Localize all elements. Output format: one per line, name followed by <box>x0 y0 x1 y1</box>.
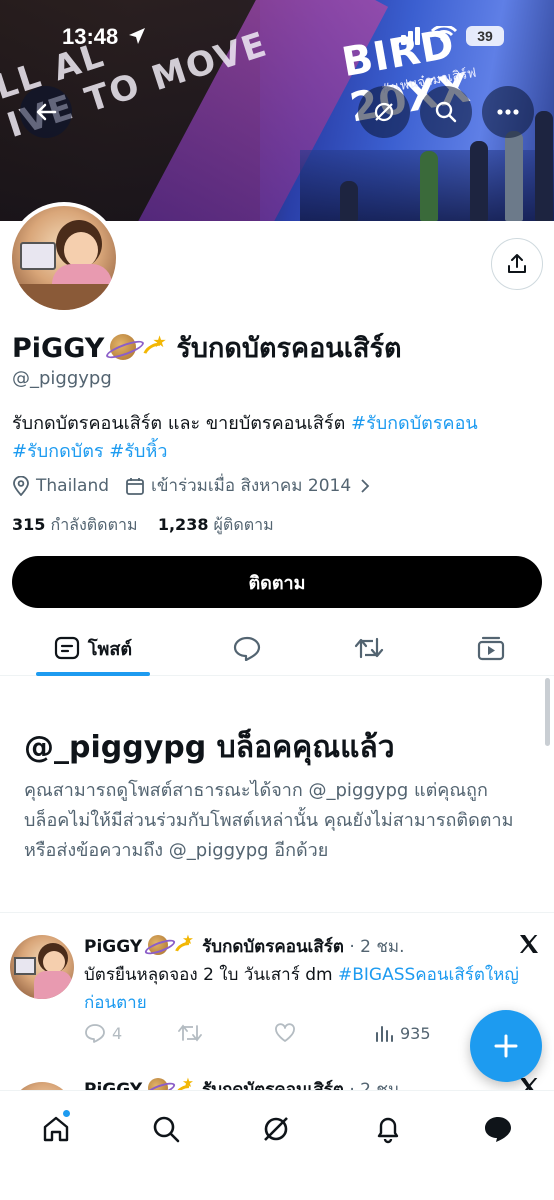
bottom-navigation <box>0 1090 554 1200</box>
tweet-author-name[interactable]: PiGGY <box>84 937 142 957</box>
tab-active-indicator <box>36 672 150 676</box>
battery-indicator: 39 <box>466 26 504 46</box>
profile-handle: @_piggypg <box>12 368 112 389</box>
display-name: PiGGY รับกดบัตรคอนเสิร์ต <box>12 326 402 369</box>
bio-hashtag[interactable]: #รับกดบัตรคอน <box>351 413 478 434</box>
reply-button[interactable]: 4 <box>84 1023 122 1043</box>
profile-avatar[interactable] <box>8 202 120 314</box>
plus-icon <box>494 1034 518 1058</box>
grok-button[interactable] <box>358 86 410 138</box>
location-arrow-icon <box>129 28 145 44</box>
chat-bubble-icon <box>485 1117 511 1142</box>
posts-icon <box>54 636 79 660</box>
tab-posts-label: โพสต์ <box>87 638 133 660</box>
dizzy-star-icon <box>174 933 194 955</box>
like-button[interactable] <box>274 1023 296 1043</box>
follow-button[interactable]: ติดตาม <box>12 556 542 608</box>
tweet-separator: · <box>343 937 361 957</box>
ringed-planet-icon <box>110 334 137 360</box>
followers-stat[interactable]: 1,238 ผู้ติดตาม <box>158 515 274 534</box>
more-icon <box>497 109 519 115</box>
repost-icon <box>178 1024 202 1042</box>
arrow-left-icon <box>36 103 57 121</box>
location-pin-icon <box>13 475 29 496</box>
bell-icon <box>377 1117 399 1144</box>
scrollbar[interactable] <box>545 678 550 746</box>
following-count: 315 <box>12 515 46 534</box>
notification-dot <box>62 1109 71 1118</box>
chevron-right-icon[interactable] <box>357 478 373 494</box>
follow-stats: 315 กำลังติดตาม 1,238 ผู้ติดตาม <box>12 513 274 538</box>
profile-meta: Thailand เข้าร่วมเมื่อ สิงหาคม 2014 <box>12 472 379 499</box>
nav-messages[interactable] <box>478 1109 518 1149</box>
tweet-actions: 4 935 <box>84 1023 444 1047</box>
heart-icon <box>275 1023 295 1042</box>
views-button[interactable]: 935 <box>374 1023 431 1043</box>
more-button[interactable] <box>482 86 534 138</box>
tweet-avatar[interactable] <box>10 935 74 999</box>
dizzy-star-icon <box>142 332 168 360</box>
status-time: 13:48 <box>62 24 119 49</box>
repost-icon <box>354 637 384 659</box>
views-chart-icon <box>376 1026 393 1042</box>
tab-replies[interactable] <box>222 620 272 676</box>
followers-label: ผู้ติดตาม <box>213 515 274 534</box>
profile-tabs: โพสต์ <box>0 620 554 676</box>
display-name-text: PiGGY <box>12 333 105 364</box>
home-icon <box>43 1116 69 1142</box>
grok-icon <box>374 102 394 122</box>
ringed-planet-icon <box>148 935 169 955</box>
blocked-message: คุณสามารถดูโพสต์สาธารณะได้จาก @_piggypg … <box>24 780 514 861</box>
views-count: 935 <box>400 1023 431 1043</box>
nav-search[interactable] <box>146 1109 186 1149</box>
tweet-author-suffix: รับกดบัตรคอนเสิร์ต <box>202 937 344 957</box>
blocked-title: @_piggypg บล็อคคุณแล้ว <box>24 730 395 765</box>
wifi-icon <box>430 26 458 44</box>
reply-count: 4 <box>112 1023 123 1043</box>
bio-text: รับกดบัตรคอนเสิร์ต และ ขายบัตรคอนเสิร์ต <box>12 413 351 434</box>
grok-icon <box>264 1117 288 1141</box>
tab-posts[interactable]: โพสต์ <box>36 620 150 676</box>
tweet-body-text: บัตรยืนหลุดจอง 2 ใบ วันเสาร์ dm <box>84 965 338 985</box>
tweet-text: บัตรยืนหลุดจอง 2 ใบ วันเสาร์ dm #BIGASSค… <box>84 961 540 1017</box>
tweet-header: PiGGY รับกดบัตรคอนเสิร์ต · 2 ชม. <box>84 933 405 960</box>
following-stat[interactable]: 315 กำลังติดตาม <box>12 515 138 534</box>
tab-reposts[interactable] <box>344 620 394 676</box>
following-label: กำลังติดตาม <box>50 515 138 534</box>
tab-media[interactable] <box>466 620 516 676</box>
share-icon <box>508 254 526 273</box>
reply-icon <box>85 1024 105 1043</box>
search-button[interactable] <box>420 86 472 138</box>
compose-button[interactable] <box>470 1010 542 1082</box>
search-icon <box>435 101 457 123</box>
nav-home[interactable] <box>36 1109 76 1149</box>
cellular-signal-icon <box>394 27 420 45</box>
display-name-suffix: รับกดบัตรคอนเสิร์ต <box>176 333 402 364</box>
tweet-time: 2 ชม. <box>360 937 405 957</box>
divider <box>0 912 554 913</box>
x-logo-icon <box>520 935 538 953</box>
status-bar: 13:48 39 <box>0 0 554 72</box>
reply-bubble-icon <box>233 636 261 661</box>
calendar-icon <box>126 477 144 495</box>
bio-hashtag[interactable]: #รับหิ้ว <box>109 441 167 462</box>
profile-location: Thailand <box>36 475 110 496</box>
nav-grok[interactable] <box>256 1109 296 1149</box>
repost-button[interactable] <box>178 1023 202 1043</box>
media-icon <box>477 636 505 661</box>
back-button[interactable] <box>20 86 72 138</box>
share-button[interactable] <box>491 238 543 290</box>
bio-hashtag[interactable]: #รับกดบัตร <box>12 441 104 462</box>
profile-bio: รับกดบัตรคอนเสิร์ต และ ขายบัตรคอนเสิร์ต … <box>12 410 542 466</box>
avatar-image <box>12 206 116 310</box>
nav-notifications[interactable] <box>368 1109 408 1149</box>
search-icon <box>153 1116 180 1143</box>
followers-count: 1,238 <box>157 515 209 534</box>
profile-joined[interactable]: เข้าร่วมเมื่อ สิงหาคม 2014 <box>151 472 351 499</box>
